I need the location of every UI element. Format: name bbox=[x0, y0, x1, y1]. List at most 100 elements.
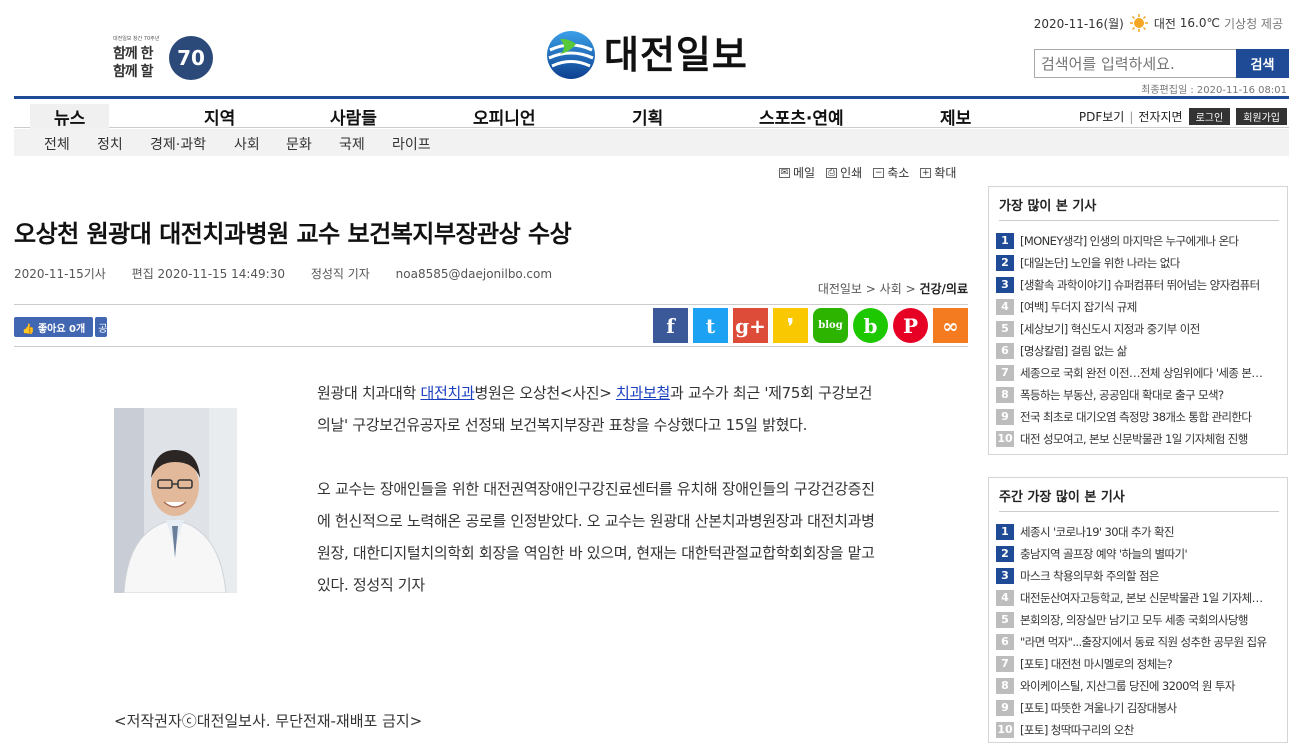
subnav-society[interactable]: 사회 bbox=[234, 134, 260, 154]
rank-number: 5 bbox=[996, 612, 1014, 628]
print-tool[interactable]: ⎙ 인쇄 bbox=[826, 164, 862, 181]
weekly-most-viewed-item[interactable]: 1 세종시 '코로나19' 30대 추가 확진 bbox=[996, 521, 1284, 543]
breadcrumb-home[interactable]: 대전일보 bbox=[818, 282, 862, 296]
article-body: 원광대 치과대학 대전치과병원은 오상천<사진> 치과보철과 교수가 최근 '제… bbox=[317, 377, 877, 633]
edited-date: 편집 2020-11-15 14:49:30 bbox=[131, 267, 285, 281]
facebook-like: 👍 좋아요 0개 공 bbox=[14, 317, 108, 337]
date-weather: 2020-11-16(월) 대전 16.0℃ 기상청 제공 bbox=[1034, 14, 1283, 32]
keyword-link-prosthodontics[interactable]: 치과보철 bbox=[616, 384, 670, 402]
most-viewed-item-title: 전국 최초로 대기오염 측정망 38개소 통합 관리한다 bbox=[1020, 410, 1252, 424]
weekly-most-viewed-item[interactable]: 6 "라면 먹자"...출장지에서 동료 직원 성추한 공무원 집유 bbox=[996, 631, 1284, 653]
blog-icon[interactable]: blog bbox=[813, 308, 848, 343]
pinterest-icon[interactable]: P bbox=[893, 308, 928, 343]
rank-number: 1 bbox=[996, 233, 1014, 249]
nav-region[interactable]: 지역 bbox=[204, 104, 235, 129]
subnav-all[interactable]: 전체 bbox=[44, 134, 70, 154]
weekly-most-viewed-item-title: [포토] 따뜻한 겨울나기 김장대봉사 bbox=[1020, 701, 1177, 715]
googleplus-icon[interactable]: g+ bbox=[733, 308, 768, 343]
weekly-most-viewed-item[interactable]: 2 충남지역 골프장 예약 '하늘의 별따기' bbox=[996, 543, 1284, 565]
weather-provider: 기상청 제공 bbox=[1223, 16, 1283, 31]
rank-number: 9 bbox=[996, 700, 1014, 716]
most-viewed-list: 1 [MONEY생각] 인생의 마지막은 누구에게나 온다 2 [대일논단] 노인을 … bbox=[996, 230, 1284, 450]
reporter-name[interactable]: 정성직 기자 bbox=[311, 267, 370, 281]
nav-utilities: PDF보기 | 전자지면 로그인 회원가입 bbox=[1079, 108, 1287, 125]
site-logo[interactable]: 대전일보 bbox=[546, 29, 748, 81]
most-viewed-item[interactable]: 9 전국 최초로 대기오염 측정망 38개소 통합 관리한다 bbox=[996, 406, 1284, 428]
weekly-most-viewed-item[interactable]: 4 대전둔산여자고등학교, 본보 신문박물관 1일 기자체… bbox=[996, 587, 1284, 609]
nav-people[interactable]: 사람들 bbox=[330, 104, 377, 129]
like-button[interactable]: 👍 좋아요 0개 bbox=[14, 317, 94, 337]
sun-icon bbox=[1129, 14, 1148, 32]
reporter-email[interactable]: noa8585@daejonilbo.com bbox=[396, 267, 552, 281]
search-button[interactable]: 검색 bbox=[1236, 49, 1289, 78]
twitter-icon[interactable]: t bbox=[693, 308, 728, 343]
most-viewed-item[interactable]: 2 [대일논단] 노인을 위한 나라는 없다 bbox=[996, 252, 1284, 274]
weekly-most-viewed-item-title: 충남지역 골프장 예약 '하늘의 별따기' bbox=[1020, 547, 1188, 561]
rank-number: 8 bbox=[996, 678, 1014, 694]
print-tool-label: 인쇄 bbox=[840, 166, 863, 180]
most-viewed-item[interactable]: 1 [MONEY생각] 인생의 마지막은 누구에게나 온다 bbox=[996, 230, 1284, 252]
weekly-most-viewed-item[interactable]: 5 본회의장, 의장실만 남기고 모두 세종 국회의사당행 bbox=[996, 609, 1284, 631]
main-nav: 뉴스 지역 사람들 오피니언 기획 스포츠·연예 제보 PDF보기 | 전자지면… bbox=[14, 96, 1289, 129]
nav-feature[interactable]: 기획 bbox=[632, 104, 663, 129]
weekly-most-viewed-item[interactable]: 9 [포토] 따뜻한 겨울나기 김장대봉사 bbox=[996, 697, 1284, 719]
search-input[interactable] bbox=[1034, 49, 1236, 78]
most-viewed-item-title: 폭등하는 부동산, 공공임대 확대로 출구 모색? bbox=[1020, 388, 1224, 402]
share-bar: 👍 좋아요 0개 공 f t g+ ❜ blog b P ∞ bbox=[14, 304, 968, 347]
most-viewed-item-title: [대일논단] 노인을 위한 나라는 없다 bbox=[1020, 256, 1180, 270]
weather-city: 대전 bbox=[1153, 16, 1176, 31]
subnav-politics[interactable]: 정치 bbox=[97, 134, 123, 154]
anniversary-logo[interactable]: 대전일보 창간 70주년 함께 한 함께 할 70 bbox=[112, 34, 216, 84]
band-icon[interactable]: b bbox=[853, 308, 888, 343]
rank-number: 2 bbox=[996, 255, 1014, 271]
published-date: 2020-11-15기사 bbox=[14, 267, 106, 281]
link-icon[interactable]: ∞ bbox=[933, 308, 968, 343]
rank-number: 4 bbox=[996, 299, 1014, 315]
most-viewed-item[interactable]: 5 [세상보기] 혁신도시 지정과 중기부 이전 bbox=[996, 318, 1284, 340]
weekly-most-viewed-item-title: "라면 먹자"...출장지에서 동료 직원 성추한 공무원 집유 bbox=[1020, 635, 1267, 649]
weekly-most-viewed-item[interactable]: 10 [포토] 청딱따구리의 오찬 bbox=[996, 719, 1284, 741]
signup-button[interactable]: 회원가입 bbox=[1236, 108, 1287, 125]
weekly-most-viewed-item[interactable]: 7 [포토] 대전천 마시멜로의 정체는? bbox=[996, 653, 1284, 675]
subnav-life[interactable]: 라이프 bbox=[392, 134, 431, 154]
facebook-icon[interactable]: f bbox=[653, 308, 688, 343]
most-viewed-item[interactable]: 8 폭등하는 부동산, 공공임대 확대로 출구 모색? bbox=[996, 384, 1284, 406]
weekly-most-viewed-item[interactable]: 3 마스크 착용의무화 주의할 점은 bbox=[996, 565, 1284, 587]
pdf-view-link[interactable]: PDF보기 bbox=[1079, 108, 1124, 125]
share-icons: f t g+ ❜ blog b P ∞ bbox=[648, 308, 968, 343]
login-button[interactable]: 로그인 bbox=[1188, 108, 1231, 125]
most-viewed-item[interactable]: 10 대전 성모여고, 본보 신문박물관 1일 기자체험 진행 bbox=[996, 428, 1284, 450]
current-date: 2020-11-16(월) bbox=[1033, 16, 1124, 31]
article-tools: ✉ 메일 ⎙ 인쇄 − 축소 + 확대 bbox=[779, 164, 967, 181]
subnav-culture[interactable]: 문화 bbox=[286, 134, 312, 154]
most-viewed-item[interactable]: 6 [명상칼럼] 걸림 없는 삶 bbox=[996, 340, 1284, 362]
share-button[interactable]: 공 bbox=[95, 317, 108, 337]
most-viewed-item[interactable]: 7 세종으로 국회 완전 이전…전체 상임위에다 '세종 본… bbox=[996, 362, 1284, 384]
breadcrumb-section[interactable]: 사회 bbox=[880, 282, 902, 296]
most-viewed-item[interactable]: 3 [생활속 과학이야기] 슈퍼컴퓨터 뛰어넘는 양자컴퓨터 bbox=[996, 274, 1284, 296]
subnav-economy-science[interactable]: 경제·과학 bbox=[150, 134, 206, 154]
nav-sports-entertainment[interactable]: 스포츠·연예 bbox=[759, 104, 844, 129]
rank-number: 9 bbox=[996, 409, 1014, 425]
nav-opinion[interactable]: 오피니언 bbox=[473, 104, 536, 129]
copyright-notice: <저작권자ⓒ대전일보사. 무단전재-재배포 금지> bbox=[114, 712, 423, 730]
p1-pre: 원광대 치과대학 bbox=[317, 384, 421, 402]
email-tool[interactable]: ✉ 메일 bbox=[779, 164, 815, 181]
weekly-most-viewed-item[interactable]: 8 와이케이스틸, 지산그룹 당진에 3200억 원 투자 bbox=[996, 675, 1284, 697]
subnav-international[interactable]: 국제 bbox=[339, 134, 365, 154]
article-photo[interactable] bbox=[114, 408, 237, 593]
nav-news[interactable]: 뉴스 bbox=[30, 104, 110, 129]
weekly-most-viewed-item-title: [포토] 대전천 마시멜로의 정체는? bbox=[1020, 657, 1173, 671]
rank-number: 6 bbox=[996, 343, 1014, 359]
nav-tip[interactable]: 제보 bbox=[940, 104, 971, 129]
logo-text: 대전일보 bbox=[604, 33, 748, 77]
keyword-link-dental-hospital[interactable]: 대전치과 bbox=[420, 384, 474, 402]
epaper-link[interactable]: 전자지면 bbox=[1138, 108, 1182, 125]
enlarge-text-tool[interactable]: + 확대 bbox=[920, 164, 956, 181]
most-viewed-item[interactable]: 4 [여백] 두더지 잡기식 규제 bbox=[996, 296, 1284, 318]
kakaostory-icon[interactable]: ❜ bbox=[773, 308, 808, 343]
enlarge-tool-label: 확대 bbox=[934, 166, 957, 180]
breadcrumb-current[interactable]: 건강/의료 bbox=[919, 282, 968, 296]
weekly-most-viewed-item-title: 와이케이스틸, 지산그룹 당진에 3200억 원 투자 bbox=[1020, 679, 1235, 693]
shrink-text-tool[interactable]: − 축소 bbox=[873, 164, 909, 181]
